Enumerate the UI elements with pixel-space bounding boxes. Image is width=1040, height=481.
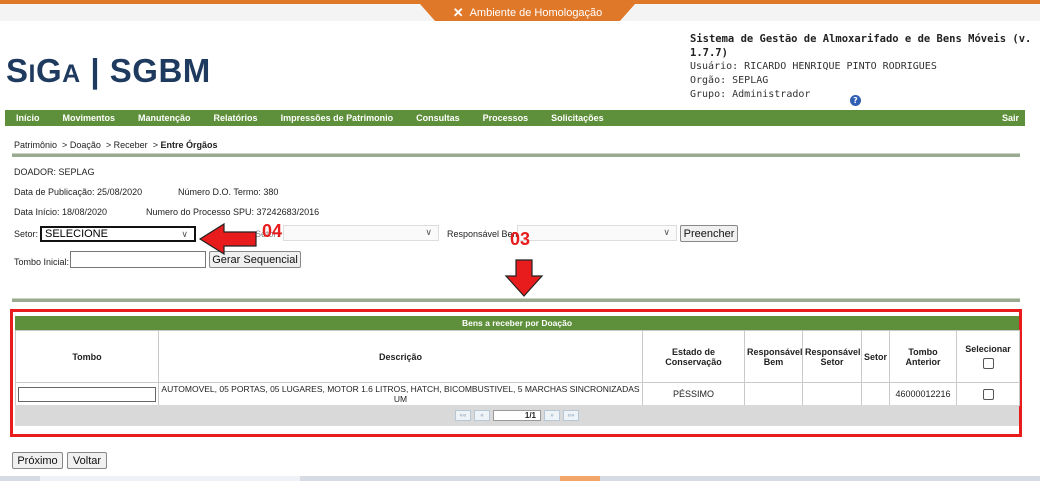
preencher-button[interactable]: Preencher [680, 225, 738, 242]
breadcrumb-separator: > [105, 140, 112, 150]
column-header-estado: Estado de Conservação [642, 330, 745, 383]
bottom-strip-segment [560, 476, 600, 481]
breadcrumb-current: Entre Órgãos [160, 140, 218, 150]
menu-item-movimentos[interactable]: Movimentos [63, 113, 116, 123]
column-header-responsavel-bem: Responsável Bem [744, 330, 803, 383]
setor-cell [861, 382, 890, 406]
tombo-input[interactable] [18, 386, 156, 402]
tools-icon: ✕ [452, 5, 464, 20]
chevron-down-icon: ∨ [181, 229, 188, 239]
help-icon[interactable]: ? [850, 95, 861, 106]
table-header-row: Tombo Descrição Estado de Conservação Re… [15, 330, 1020, 383]
prev-page-button[interactable]: « [474, 410, 490, 421]
column-header-tombo-anterior: Tombo Anterior [889, 330, 957, 383]
column-header-descricao: Descrição [158, 330, 643, 383]
menu-item-manutencao[interactable]: Manutenção [138, 113, 191, 123]
next-page-button[interactable]: » [544, 410, 560, 421]
data-inicio-text: Data Início: 18/08/2020 [14, 207, 108, 217]
column-header-responsavel-setor: Responsável Setor [802, 330, 862, 383]
red-arrow-left-icon [198, 222, 257, 256]
chevron-down-icon: ∨ [663, 227, 670, 237]
numero-processo-text: Numero do Processo SPU: 37242683/2016 [146, 207, 320, 217]
environment-tab: ✕ Ambiente de Homologação [420, 4, 635, 21]
red-arrow-down-icon [504, 259, 544, 297]
responsavel-setor-cell [802, 382, 862, 406]
group-info: Grupo: Administrador [690, 89, 811, 100]
last-page-button[interactable]: »» [563, 410, 579, 421]
estado-cell: PÉSSIMO [642, 382, 745, 406]
row-select-checkbox[interactable] [982, 388, 994, 400]
chevron-down-icon: ∨ [425, 227, 432, 237]
proximo-button[interactable]: Próximo [12, 452, 63, 469]
setor-label: Setor: [14, 229, 39, 239]
environment-label: Ambiente de Homologação [469, 6, 603, 19]
table-row: AUTOMOVEL, 05 PORTAS, 05 LUGARES, MOTOR … [15, 382, 1020, 406]
breadcrumb-separator: > [62, 140, 68, 150]
tombo-cell [15, 382, 159, 406]
breadcrumb-item[interactable]: Patrimônio [14, 140, 57, 150]
annotation-04: 04 [262, 221, 283, 241]
column-header-setor: Setor [861, 330, 890, 383]
divider [12, 153, 1020, 157]
select-all-checkbox[interactable] [982, 358, 994, 370]
selecionar-label: Selecionar [965, 343, 1011, 354]
annotation-03: 03 [510, 229, 531, 249]
selecionar-cell [956, 382, 1020, 406]
logout-link[interactable]: Sair [1002, 113, 1019, 123]
setor-select[interactable]: SELECIONE ∨ [40, 226, 196, 242]
voltar-button[interactable]: Voltar [67, 452, 107, 469]
tombo-inicial-input[interactable] [70, 251, 206, 268]
setor2-select[interactable]: ∨ [283, 225, 439, 241]
user-info: Usuário: RICARDO HENRIQUE PINTO RODRIGUE… [690, 61, 937, 72]
menu-item-relatorios[interactable]: Relatórios [214, 113, 258, 123]
tombo-anterior-cell: 46000012216 [889, 382, 957, 406]
menu-item-consultas[interactable]: Consultas [416, 113, 460, 123]
bens-table: Tombo Descrição Estado de Conservação Re… [15, 330, 1020, 406]
numero-termo-text: Número D.O. Termo: 380 [178, 187, 279, 197]
pagination-bar: «« « 1/1 » »» [15, 405, 1019, 426]
breadcrumb-item[interactable]: Receber [114, 140, 148, 150]
doador-text: DOADOR: SEPLAG [14, 167, 95, 177]
bottom-strip-segment [40, 476, 300, 481]
table-title: Bens a receber por Doação [15, 316, 1019, 330]
breadcrumb: Patrimônio > Doação > Receber > Entre Ór… [14, 140, 218, 150]
setor-select-value: SELECIONE [45, 228, 108, 240]
app-logo[interactable]: SIGA | SGBM [6, 52, 211, 90]
data-publicacao-text: Data de Publicação: 25/08/2020 [14, 187, 143, 197]
breadcrumb-separator: > [152, 140, 158, 150]
menu-item-inicio[interactable]: Início [16, 113, 40, 123]
org-info: Orgão: SEPLAG [690, 75, 769, 86]
column-header-selecionar: Selecionar [956, 330, 1020, 383]
system-title: Sistema de Gestão de Almoxarifado e de B… [690, 33, 1032, 59]
menu-item-impressoes[interactable]: Impressões de Patrimonio [281, 113, 394, 123]
tombo-inicial-label: Tombo Inicial: [14, 257, 70, 267]
breadcrumb-item[interactable]: Doação [70, 140, 101, 150]
first-page-button[interactable]: «« [455, 410, 471, 421]
system-info: Sistema de Gestão de Almoxarifado e de B… [690, 32, 1035, 102]
descricao-cell: AUTOMOVEL, 05 PORTAS, 05 LUGARES, MOTOR … [158, 382, 643, 406]
divider [12, 298, 1020, 302]
main-menu: Início Movimentos Manutenção Relatórios … [5, 110, 1025, 126]
menu-item-processos[interactable]: Processos [483, 113, 529, 123]
menu-item-solicitacoes[interactable]: Solicitações [551, 113, 604, 123]
responsavel-bem-cell [744, 382, 803, 406]
bottom-strip [0, 476, 1040, 481]
column-header-tombo: Tombo [15, 330, 159, 383]
page-indicator[interactable]: 1/1 [493, 410, 541, 421]
responsavel-select[interactable]: ∨ [517, 225, 677, 241]
